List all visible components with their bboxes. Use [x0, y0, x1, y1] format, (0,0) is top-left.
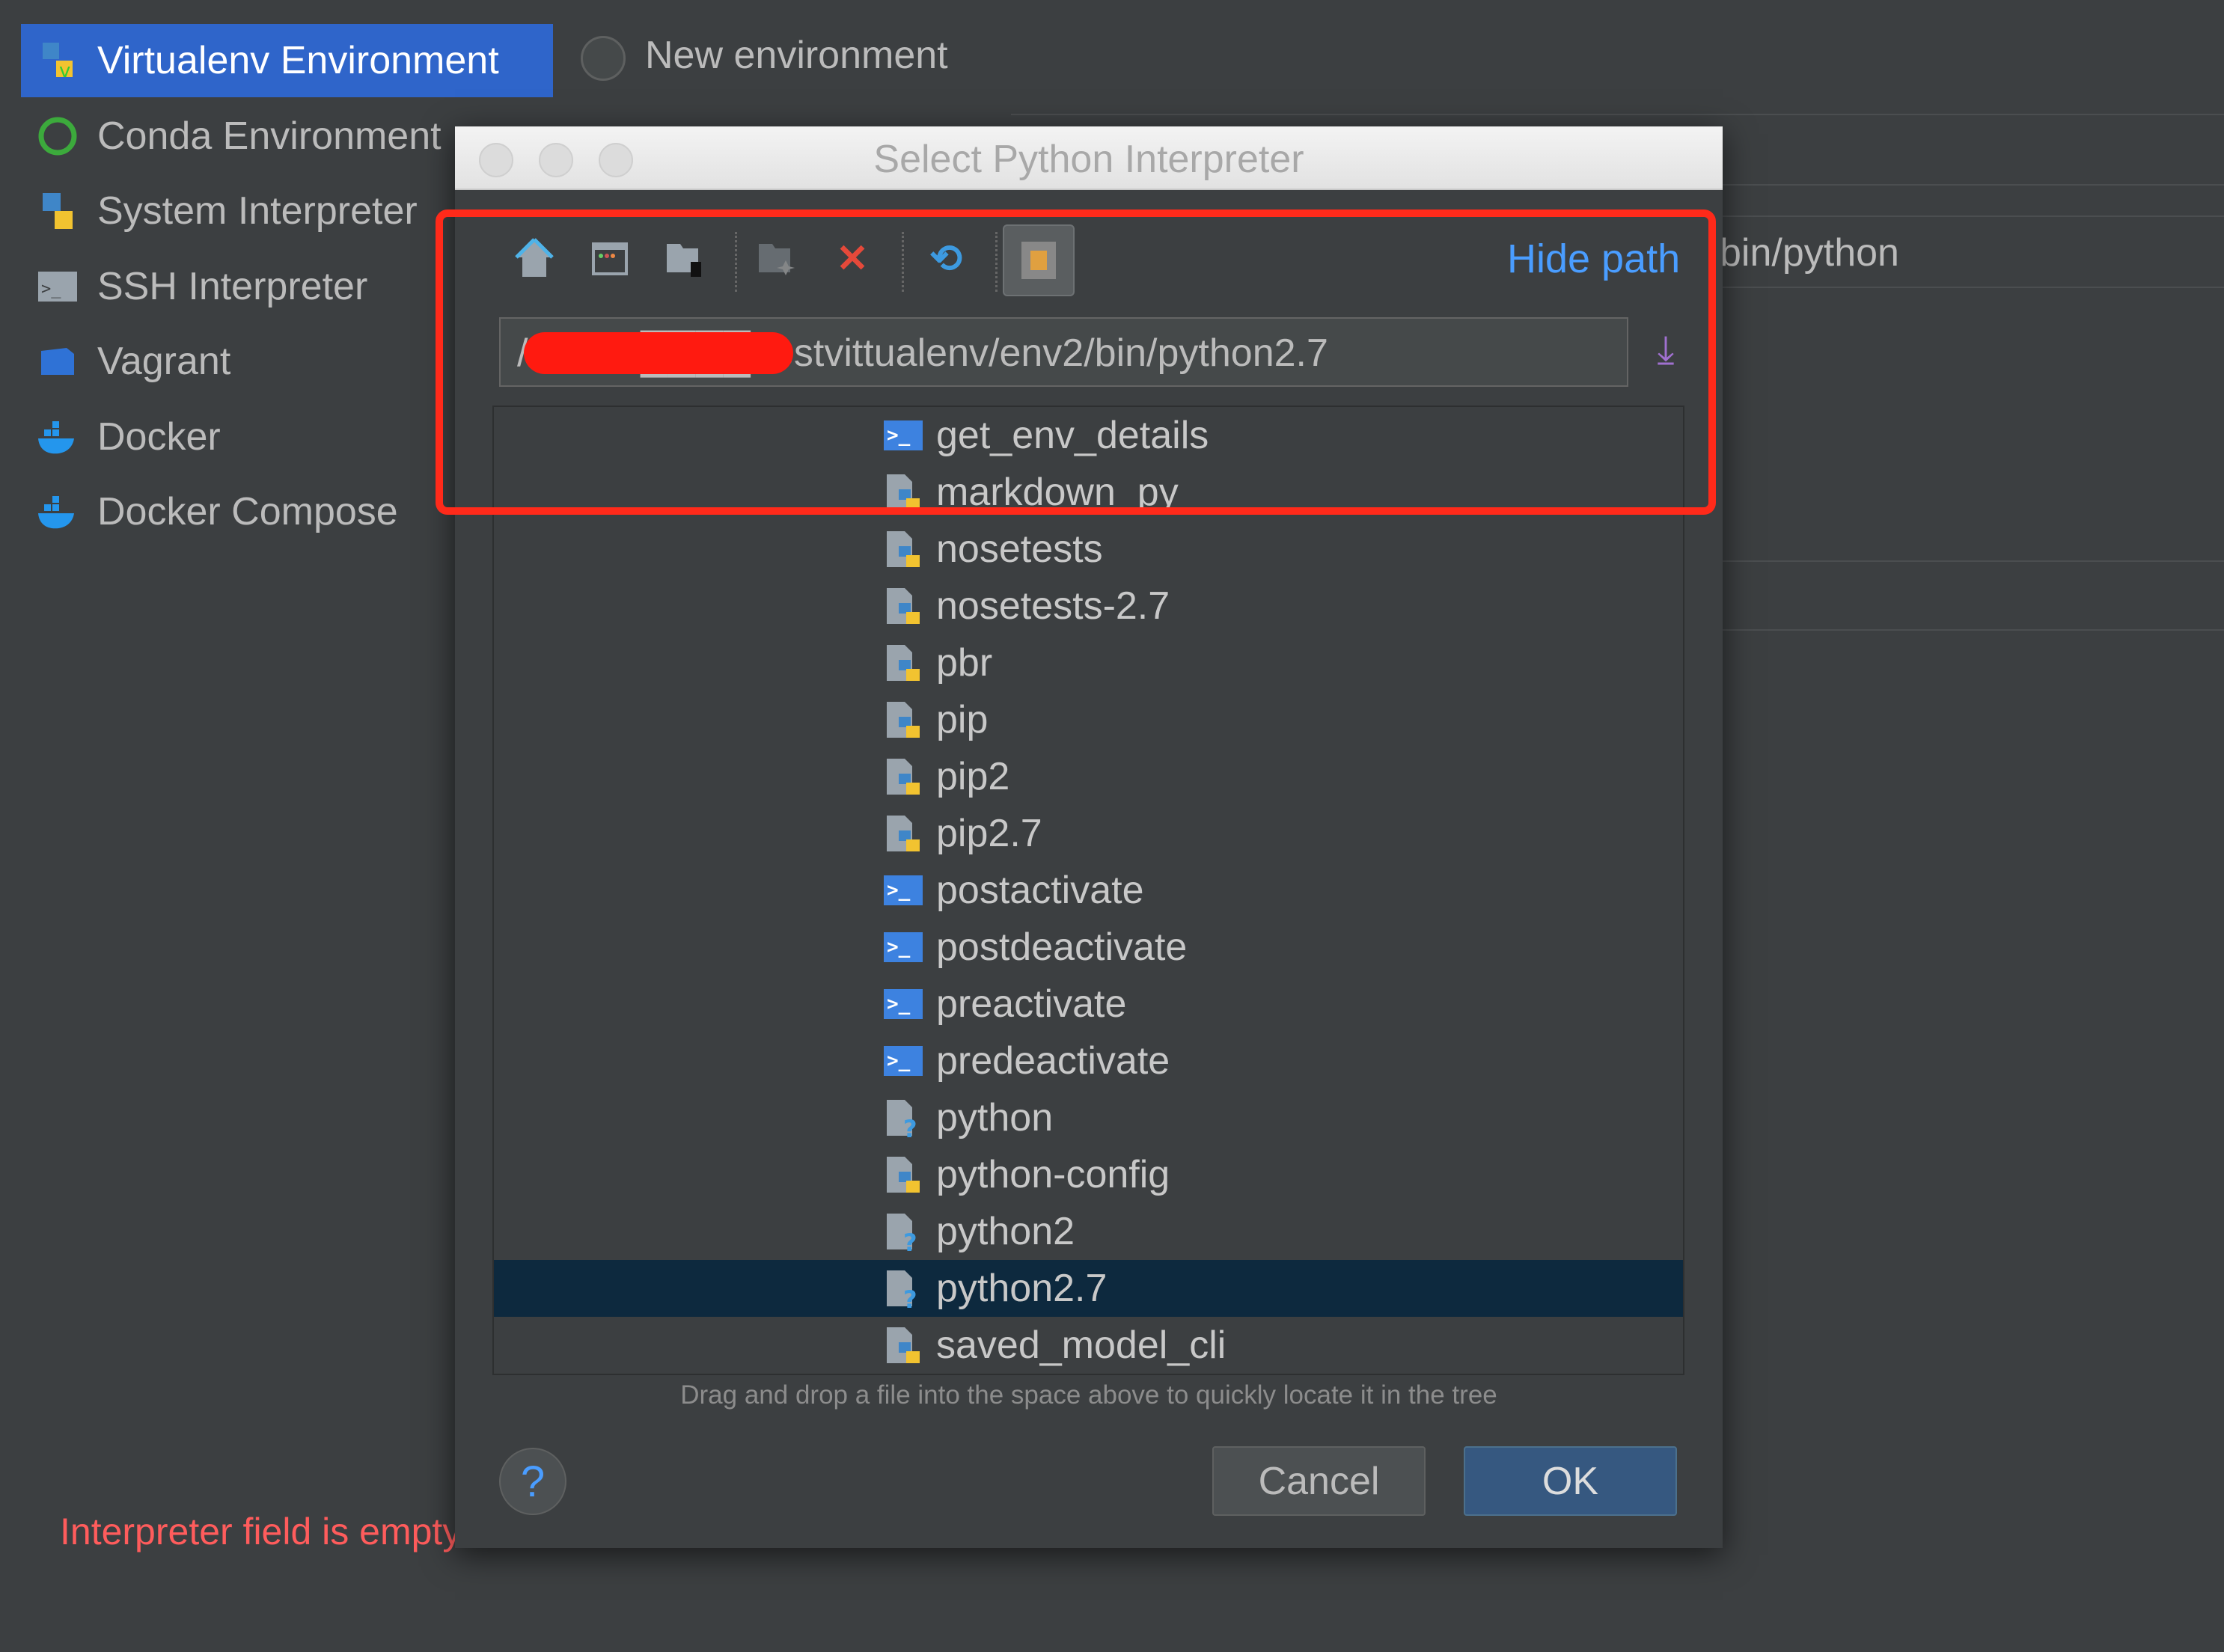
file-row[interactable]: nosetests-2.7 — [494, 578, 1683, 634]
shell-script-icon: >_ — [882, 869, 924, 911]
file-name: python-config — [936, 1153, 1170, 1196]
interpreter-path-text[interactable]: bin/python — [1720, 230, 1899, 275]
cancel-button[interactable]: Cancel — [1212, 1446, 1426, 1516]
file-row[interactable]: >_ preactivate — [494, 976, 1683, 1032]
vagrant-icon — [34, 338, 81, 385]
terminal-icon: >_ — [34, 263, 81, 310]
file-name: pip2 — [936, 755, 1010, 798]
new-environment-radio[interactable] — [581, 36, 626, 81]
python-file-icon — [882, 642, 924, 684]
python-file-icon — [882, 756, 924, 798]
svg-text:?: ? — [903, 1115, 917, 1139]
conda-icon — [34, 113, 81, 159]
help-button[interactable]: ? — [499, 1448, 566, 1515]
file-name: preactivate — [936, 982, 1127, 1026]
file-row[interactable]: >_ predeactivate — [494, 1032, 1683, 1089]
sidebar-item-label: Virtualenv Environment — [97, 39, 499, 82]
unknown-file-icon: ? — [882, 1097, 924, 1139]
python-file-icon — [882, 528, 924, 570]
svg-text:v: v — [59, 60, 70, 82]
file-row[interactable]: pip2 — [494, 748, 1683, 805]
svg-text:?: ? — [903, 1285, 917, 1309]
file-row[interactable]: python-config — [494, 1146, 1683, 1203]
python-file-icon — [882, 1324, 924, 1366]
sidebar-item-label: Docker — [97, 414, 221, 459]
file-name: nosetests — [936, 527, 1103, 571]
file-name: saved_model_cli — [936, 1324, 1226, 1367]
divider — [1011, 114, 2224, 115]
divider — [1723, 629, 2224, 631]
sidebar-item-label: SSH Interpreter — [97, 264, 368, 308]
file-name: postactivate — [936, 869, 1144, 912]
shell-script-icon: >_ — [882, 1040, 924, 1082]
divider — [1723, 560, 2224, 562]
file-row[interactable]: >_ postdeactivate — [494, 919, 1683, 976]
file-name: pip — [936, 698, 989, 741]
file-row[interactable]: pip — [494, 691, 1683, 748]
file-row[interactable]: ? python2.7 — [494, 1260, 1683, 1317]
svg-text:>_: >_ — [41, 280, 61, 299]
file-name: nosetests-2.7 — [936, 584, 1170, 628]
sidebar-item-label: Vagrant — [97, 340, 231, 383]
file-row[interactable]: pip2.7 — [494, 805, 1683, 862]
ok-button[interactable]: OK — [1464, 1446, 1677, 1516]
python-file-icon — [882, 585, 924, 627]
file-tree[interactable]: >_ get_env_details markdown_py nosetests nos… — [492, 406, 1684, 1375]
dialog-titlebar: Select Python Interpreter — [455, 126, 1723, 190]
file-name: pip2.7 — [936, 812, 1042, 855]
annotation-highlight-box — [436, 209, 1716, 515]
file-name: python — [936, 1096, 1054, 1139]
docker-icon — [34, 414, 81, 460]
file-name: postdeactivate — [936, 926, 1188, 969]
file-name: predeactivate — [936, 1039, 1170, 1083]
python-file-icon — [882, 699, 924, 741]
error-message: Interpreter field is empty — [60, 1511, 462, 1552]
file-row[interactable]: pbr — [494, 634, 1683, 691]
divider — [1723, 287, 2224, 288]
file-name: pbr — [936, 641, 993, 685]
sidebar-item-label: System Interpreter — [97, 189, 418, 233]
python-virtualenv-icon: v — [34, 37, 81, 84]
shell-script-icon: >_ — [882, 926, 924, 968]
svg-text:?: ? — [903, 1229, 917, 1252]
shell-script-icon: >_ — [882, 983, 924, 1025]
unknown-file-icon: ? — [882, 1211, 924, 1252]
python-file-icon — [882, 813, 924, 854]
python-icon — [34, 188, 81, 234]
dialog-title: Select Python Interpreter — [873, 138, 1304, 181]
file-row[interactable]: nosetests — [494, 521, 1683, 578]
file-row[interactable]: >_ postactivate — [494, 862, 1683, 919]
file-row[interactable]: ? python2 — [494, 1203, 1683, 1260]
unknown-file-icon: ? — [882, 1267, 924, 1309]
sidebar-item-label: Conda Environment — [97, 114, 442, 158]
divider — [1723, 184, 2224, 186]
divider — [1723, 215, 2224, 217]
python-file-icon — [882, 1154, 924, 1196]
sidebar-item-virtualenv-environment[interactable]: v Virtualenv Environment — [21, 24, 553, 97]
new-environment-label[interactable]: New environment — [645, 33, 948, 78]
file-row[interactable]: ? python — [494, 1089, 1683, 1146]
file-name: python2 — [936, 1210, 1075, 1253]
sidebar-item-label: Docker Compose — [97, 490, 398, 533]
drag-drop-hint: Drag and drop a file into the space abov… — [680, 1380, 1497, 1410]
file-name: python2.7 — [936, 1267, 1108, 1310]
docker-icon — [34, 489, 81, 535]
file-row[interactable]: saved_model_cli — [494, 1317, 1683, 1374]
